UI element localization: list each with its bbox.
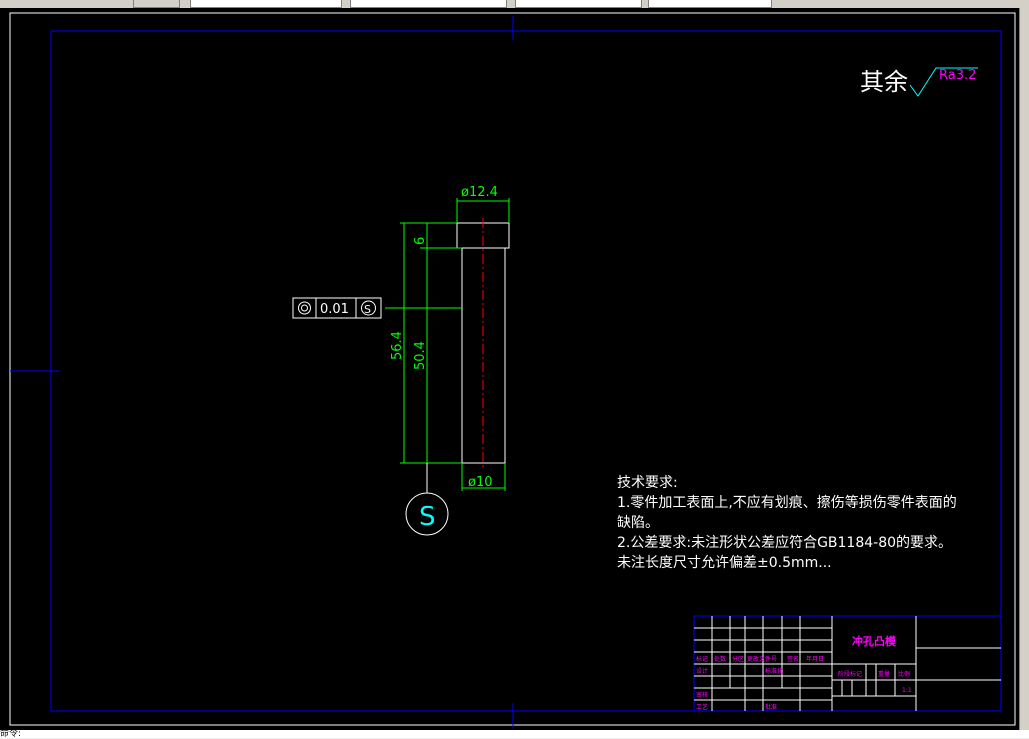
drawing-svg[interactable]: 其余 Ra3.2 ø12.4 ø10 6 56.4 50.4 0.01 S S … xyxy=(0,8,1019,730)
svg-text:阶段标记: 阶段标记 xyxy=(838,670,862,678)
title-block[interactable]: 冲孔凸模 标记 处数 分区 更改文件号 签名 年月日 设计 标准化 阶段标记 重… xyxy=(693,615,1002,712)
toolbar-icons[interactable] xyxy=(133,0,180,8)
tolerance-value: 0.01 xyxy=(320,302,349,317)
part-name: 冲孔凸模 xyxy=(852,634,897,648)
total-length-label: 56.4 xyxy=(390,331,405,360)
command-line[interactable]: 命令: xyxy=(0,730,1029,739)
title-block-labels: 标记 处数 分区 更改文件号 签名 年月日 设计 标准化 阶段标记 重量 比例 … xyxy=(696,655,912,711)
svg-text:标记: 标记 xyxy=(696,655,708,663)
svg-text:处数: 处数 xyxy=(714,655,726,663)
punch-part[interactable] xyxy=(456,218,510,468)
top-diameter-label: ø12.4 xyxy=(461,185,498,200)
shaft-length-label: 50.4 xyxy=(413,341,428,370)
roughness-prefix: 其余 xyxy=(860,68,908,96)
svg-text:工艺: 工艺 xyxy=(696,703,708,711)
vertical-scrollbar[interactable] xyxy=(1019,8,1029,730)
color-dropdown[interactable] xyxy=(350,0,507,8)
tech-heading: 技术要求: xyxy=(617,475,678,491)
tech-requirements: 技术要求: 1.零件加工表面上,不应有划痕、擦伤等损伤零件表面的 缺陷。 2.公… xyxy=(617,475,957,571)
svg-text:签名: 签名 xyxy=(787,655,799,663)
tech-line-1: 1.零件加工表面上,不应有划痕、擦伤等损伤零件表面的 xyxy=(617,494,957,511)
svg-text:设计: 设计 xyxy=(696,667,708,675)
bottom-diameter-label: ø10 xyxy=(468,475,493,490)
tech-line-3: 2.公差要求:未注形状公差应符合GB1184-80的要求。 xyxy=(617,534,952,551)
linetype-dropdown[interactable] xyxy=(515,0,642,8)
lineweight-dropdown[interactable] xyxy=(648,0,772,8)
svg-text:审核: 审核 xyxy=(696,691,708,699)
svg-text:分区: 分区 xyxy=(732,655,744,663)
tech-line-2: 缺陷。 xyxy=(617,515,659,531)
tech-line-4: 未注长度尺寸允许偏差±0.5mm... xyxy=(617,555,832,571)
svg-text:1:1: 1:1 xyxy=(902,687,912,694)
svg-text:重量: 重量 xyxy=(878,670,890,678)
svg-text:比例: 比例 xyxy=(898,670,910,678)
roughness-value: Ra3.2 xyxy=(939,68,976,83)
outer-frame xyxy=(9,12,1016,726)
head-height-label: 6 xyxy=(413,237,428,245)
layer-dropdown[interactable] xyxy=(190,0,342,8)
drawing-canvas[interactable]: 其余 Ra3.2 ø12.4 ø10 6 56.4 50.4 0.01 S S … xyxy=(0,8,1019,730)
toolbar-strip xyxy=(0,0,1029,8)
svg-text:年月日: 年月日 xyxy=(806,655,824,663)
inner-border xyxy=(50,30,1002,712)
svg-text:标准化: 标准化 xyxy=(765,667,783,675)
tolerance-modifier: S xyxy=(364,303,371,316)
svg-text:批准: 批准 xyxy=(765,703,777,711)
concentricity-icon xyxy=(298,301,311,315)
tolerance-frame[interactable]: 0.01 S xyxy=(292,297,382,319)
datum-label: S xyxy=(419,502,436,532)
svg-text:更改文件号: 更改文件号 xyxy=(747,655,777,663)
